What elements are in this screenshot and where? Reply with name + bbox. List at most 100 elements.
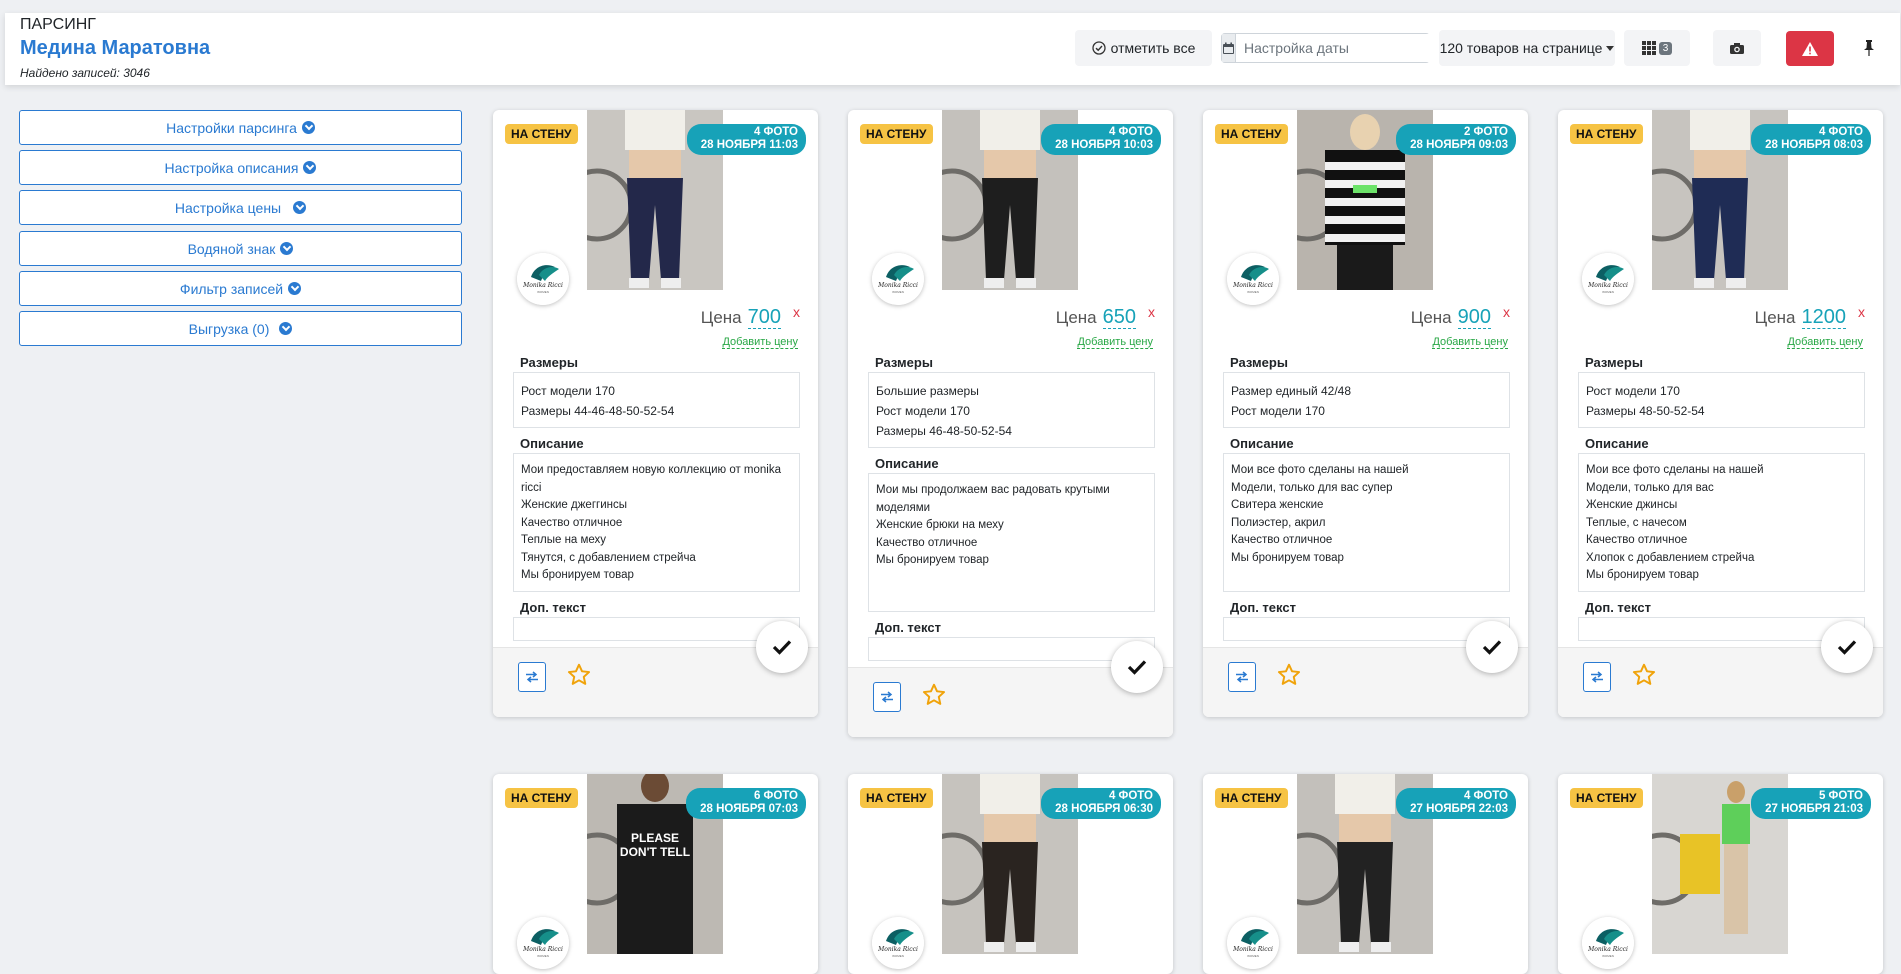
mark-all-button[interactable]: отметить все xyxy=(1075,30,1212,66)
svg-text:WOMEN: WOMEN xyxy=(1602,290,1614,294)
camera-button[interactable] xyxy=(1713,30,1761,66)
price-value[interactable]: 900 xyxy=(1457,306,1491,329)
description-title: Описание xyxy=(1230,436,1294,451)
photo-date-badge: 4 ФОТО 27 НОЯБРЯ 22:03 xyxy=(1396,788,1516,819)
sizes-title: Размеры xyxy=(520,355,578,370)
price-value[interactable]: 650 xyxy=(1102,306,1136,329)
description-line: Мои все фото сделаны на нашей xyxy=(1231,464,1409,476)
product-card: НА СТЕНУ 4 ФОТО 27 НОЯБРЯ 22:03 Monika R… xyxy=(1203,774,1528,974)
calendar-icon[interactable] xyxy=(1222,34,1236,62)
wall-badge[interactable]: НА СТЕНУ xyxy=(505,124,578,144)
description-settings-button[interactable]: Настройка описания xyxy=(19,150,462,185)
sidebar-item-label: Водяной знак xyxy=(187,240,276,257)
price-value[interactable]: 700 xyxy=(747,306,781,329)
wall-badge[interactable]: НА СТЕНУ xyxy=(1215,788,1288,808)
remove-price-button[interactable]: x xyxy=(793,304,800,320)
select-check-button[interactable] xyxy=(756,620,808,673)
description-field[interactable]: Мои предоставляем новую коллекцию от mon… xyxy=(513,453,800,592)
svg-text:PLEASE: PLEASE xyxy=(631,831,679,845)
star-icon[interactable] xyxy=(921,682,947,708)
select-check-button[interactable] xyxy=(1466,620,1518,673)
remove-price-button[interactable]: x xyxy=(1503,304,1510,320)
product-card: НА СТЕНУ 4 ФОТО 28 НОЯБРЯ 06:30 Monika R… xyxy=(848,774,1173,974)
description-line: Женские брюки на меху xyxy=(876,519,1004,531)
wall-badge[interactable]: НА СТЕНУ xyxy=(1570,124,1643,144)
brand-logo: Monika Ricci WOMEN xyxy=(1227,253,1279,305)
size-line: Размер единый 42/48 xyxy=(1231,384,1352,398)
sizes-field[interactable]: Большие размеры Рост модели 170 Размеры 46… xyxy=(868,372,1155,448)
price-label: Цена xyxy=(1754,308,1796,327)
export-button[interactable]: Выгрузка (0) xyxy=(19,311,462,346)
wall-badge[interactable]: НА СТЕНУ xyxy=(1215,124,1288,144)
records-filter-button[interactable]: Фильтр записей xyxy=(19,271,462,306)
post-date: 28 НОЯБРЯ 09:03 xyxy=(1410,139,1508,151)
mark-all-label: отметить все xyxy=(1110,40,1196,56)
add-price-link[interactable]: Добавить цену xyxy=(1077,336,1153,349)
description-title: Описание xyxy=(520,436,584,451)
description-field[interactable]: Мои все фото сделаны на нашей Модели, тол… xyxy=(1578,453,1865,592)
pin-button[interactable] xyxy=(1847,30,1891,66)
parsing-settings-button[interactable]: Настройки парсинга xyxy=(19,110,462,145)
photo-date-badge: 5 ФОТО 27 НОЯБРЯ 21:03 xyxy=(1751,788,1871,819)
size-line: Размеры 48-50-52-54 xyxy=(1586,404,1705,418)
select-check-button[interactable] xyxy=(1821,620,1873,673)
description-line: ricci xyxy=(521,481,542,494)
sizes-field[interactable]: Рост модели 170 Размеры 48-50-52-54 xyxy=(1578,372,1865,428)
sizes-field[interactable]: Размер единый 42/48 Рост модели 170 xyxy=(1223,372,1510,428)
grid-view-button[interactable]: 3 xyxy=(1624,30,1690,66)
product-card: НА СТЕНУ 4 ФОТО 28 НОЯБРЯ 10:03 Monika R… xyxy=(848,110,1173,737)
swap-arrows-icon xyxy=(881,690,893,703)
wall-badge[interactable]: НА СТЕНУ xyxy=(860,788,933,808)
star-icon[interactable] xyxy=(1631,662,1657,688)
wall-badge[interactable]: НА СТЕНУ xyxy=(860,124,933,144)
swap-button[interactable] xyxy=(1583,661,1611,692)
select-check-button[interactable] xyxy=(1111,640,1163,693)
watermark-button[interactable]: Водяной знак xyxy=(19,231,462,266)
star-icon[interactable] xyxy=(1276,662,1302,688)
size-line: Размеры 44-46-48-50-52-54 xyxy=(521,404,675,418)
photo-date-badge: 6 ФОТО 28 НОЯБРЯ 07:03 xyxy=(686,788,806,819)
swap-button[interactable] xyxy=(1228,661,1256,692)
wall-badge[interactable]: НА СТЕНУ xyxy=(505,788,578,808)
photo-count: 4 ФОТО xyxy=(1463,790,1508,802)
warning-icon xyxy=(1802,41,1818,56)
description-line: Модели, только для вас супер xyxy=(1231,481,1393,494)
add-price-link[interactable]: Добавить цену xyxy=(1787,336,1863,349)
price-value[interactable]: 1200 xyxy=(1801,306,1846,329)
product-card: НА СТЕНУ 4 ФОТО 28 НОЯБРЯ 08:03 Monika R… xyxy=(1558,110,1883,717)
sidebar-item-label: Настройка цены xyxy=(174,199,282,216)
per-page-label: 120 товаров на странице xyxy=(1439,40,1603,56)
add-price-link[interactable]: Добавить цену xyxy=(1432,336,1508,349)
wall-badge[interactable]: НА СТЕНУ xyxy=(1570,788,1643,808)
price-row: Цена 900 x xyxy=(1410,304,1510,329)
brand-logo: Monika Ricci WOMEN xyxy=(872,253,924,305)
chevron-down-icon xyxy=(288,282,302,295)
description-line: Теплые, с начесом xyxy=(1586,516,1687,529)
grid-icon xyxy=(1641,41,1656,55)
add-price-link[interactable]: Добавить цену xyxy=(722,336,798,349)
brand-logo: Monika Ricci WOMEN xyxy=(517,917,569,969)
description-field[interactable]: Мои мы продолжаем вас радовать крутыми мо… xyxy=(868,473,1155,612)
size-line: Рост модели 170 xyxy=(1586,384,1680,398)
svg-text:WOMEN: WOMEN xyxy=(1247,954,1259,958)
price-label: Цена xyxy=(1410,308,1452,327)
price-settings-button[interactable]: Настройка цены xyxy=(19,190,462,225)
post-date: 28 НОЯБРЯ 06:30 xyxy=(1055,803,1153,815)
sizes-field[interactable]: Рост модели 170 Размеры 44-46-48-50-52-54 xyxy=(513,372,800,428)
svg-text:Monika Ricci: Monika Ricci xyxy=(877,946,918,953)
description-title: Описание xyxy=(875,456,939,471)
extra-text-title: Доп. текст xyxy=(1585,599,1651,615)
remove-price-button[interactable]: x xyxy=(1148,304,1155,320)
remove-price-button[interactable]: x xyxy=(1858,304,1865,320)
swap-button[interactable] xyxy=(518,661,546,692)
star-icon[interactable] xyxy=(566,662,592,688)
description-line: Полиэстер, акрил xyxy=(1231,516,1326,529)
pin-icon xyxy=(1864,40,1874,56)
description-line: Модели, только для вас xyxy=(1586,481,1714,494)
per-page-dropdown[interactable]: 120 товаров на странице xyxy=(1439,30,1615,66)
warning-button[interactable] xyxy=(1786,31,1834,66)
svg-text:Monika Ricci: Monika Ricci xyxy=(1587,282,1628,289)
swap-button[interactable] xyxy=(873,681,901,712)
description-field[interactable]: Мои все фото сделаны на нашей Модели, тол… xyxy=(1223,453,1510,592)
date-input[interactable] xyxy=(1236,34,1433,62)
